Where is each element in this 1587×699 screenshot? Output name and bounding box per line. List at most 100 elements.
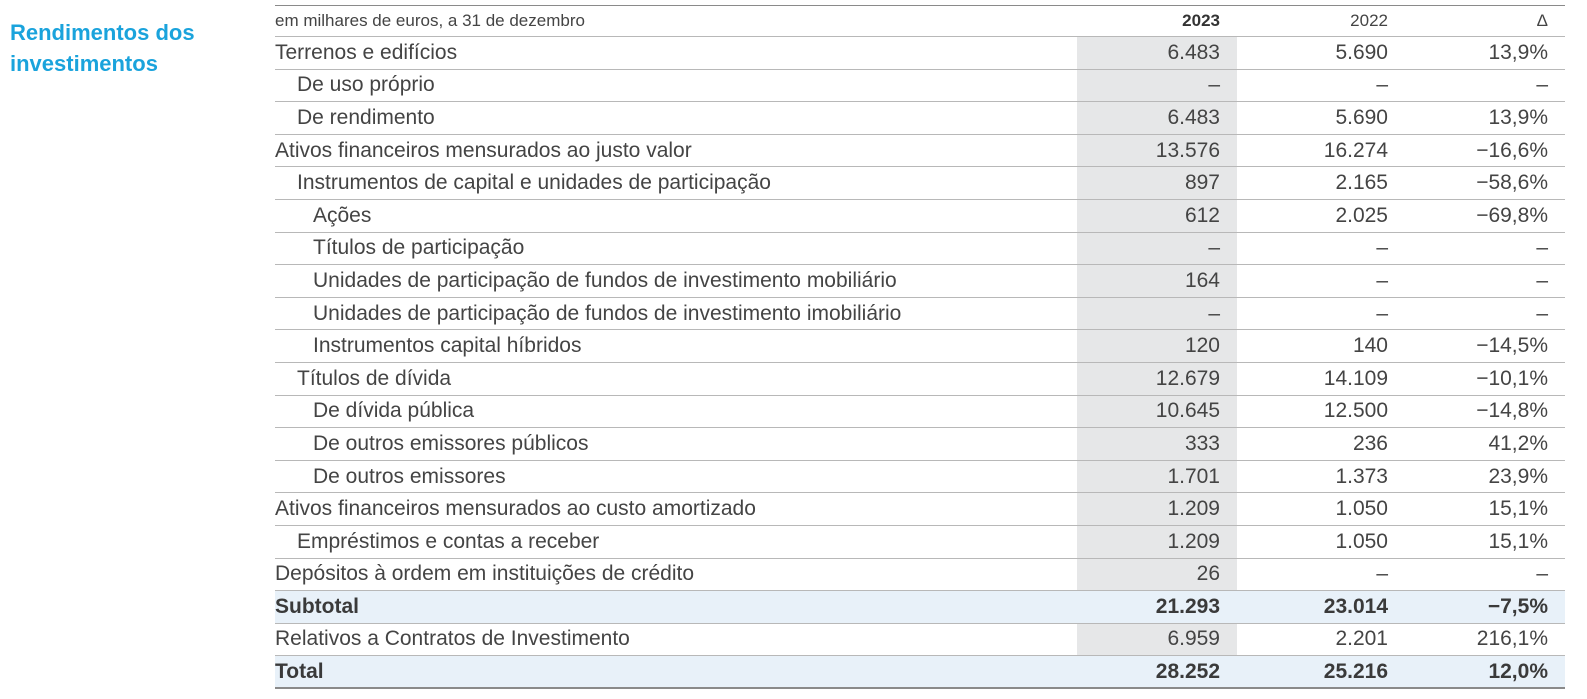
value-2023: – — [1077, 69, 1237, 102]
value-2023: 26 — [1077, 558, 1237, 591]
value-2022: 23.014 — [1323, 594, 1388, 618]
table-row: Ativos financeiros mensurados ao justo v… — [275, 134, 1565, 168]
value-delta: 15,1% — [1488, 529, 1548, 553]
value-2022: 1.050 — [1335, 497, 1388, 521]
row-label: Terrenos e edifícios — [275, 40, 458, 64]
value-2022: 2.025 — [1335, 203, 1388, 227]
value-2022: 140 — [1352, 334, 1388, 358]
value-delta: 15,1% — [1488, 497, 1548, 521]
value-2023: 28.252 — [1077, 656, 1237, 687]
value-delta: – — [1536, 562, 1548, 586]
row-label: Ativos financeiros mensurados ao custo a… — [275, 497, 756, 521]
table-row: Instrumentos capital híbridos 120 140 −14,5… — [275, 330, 1565, 363]
value-2023: 897 — [1077, 167, 1237, 199]
value-2022: 236 — [1352, 431, 1388, 455]
value-delta: 41,2% — [1488, 431, 1548, 455]
row-label: Unidades de participação de fundos de in… — [313, 268, 897, 292]
header-delta: Δ — [1536, 11, 1548, 30]
row-label: Instrumentos capital híbridos — [313, 334, 582, 358]
value-2023: 120 — [1077, 330, 1237, 362]
value-2022: 12.500 — [1323, 399, 1388, 423]
row-label: Relativos a Contratos de Investimento — [275, 627, 630, 651]
row-label: Títulos de participação — [313, 236, 525, 260]
value-2023: 6.959 — [1077, 623, 1237, 656]
value-2023: 6.483 — [1077, 37, 1237, 69]
table-row: Unidades de participação de fundos de in… — [275, 265, 1565, 298]
table-row: De dívida pública 10.645 12.500 −14,8% — [275, 395, 1565, 429]
header-2022: 2022 — [1350, 11, 1388, 30]
row-label: Ativos financeiros mensurados ao justo v… — [275, 138, 692, 162]
row-label: De rendimento — [297, 105, 435, 129]
row-label: Unidades de participação de fundos de in… — [313, 301, 902, 325]
row-label: De outros emissores — [313, 464, 506, 488]
value-2023: 13.576 — [1077, 134, 1237, 167]
value-2022: 25.216 — [1323, 659, 1388, 683]
value-delta: – — [1536, 236, 1548, 260]
value-delta: 12,0% — [1488, 659, 1548, 683]
value-2022: 14.109 — [1323, 366, 1388, 390]
table-row: Instrumentos de capital e unidades de pa… — [275, 167, 1565, 200]
table-row: Unidades de participação de fundos de in… — [275, 297, 1565, 331]
value-delta: – — [1536, 268, 1548, 292]
value-2022: 2.201 — [1335, 627, 1388, 651]
table-row: Ações 612 2.025 −69,8% — [275, 199, 1565, 233]
value-2023: – — [1077, 297, 1237, 330]
value-2023: 612 — [1077, 199, 1237, 232]
value-2022: 5.690 — [1335, 105, 1388, 129]
row-label: Empréstimos e contas a receber — [297, 529, 600, 553]
value-2022: – — [1376, 73, 1388, 97]
value-2022: 1.373 — [1335, 464, 1388, 488]
table-row: Títulos de participação – – – — [275, 232, 1565, 266]
subtotal-row: Subtotal 21.293 23.014 −7,5% — [275, 591, 1565, 624]
investment-income-table: em milhares de euros, a 31 de dezembro 2… — [275, 5, 1565, 689]
value-2022: – — [1376, 268, 1388, 292]
value-delta: 23,9% — [1488, 464, 1548, 488]
table-row: Empréstimos e contas a receber 1.209 1.050… — [275, 525, 1565, 559]
row-label: Instrumentos de capital e unidades de pa… — [297, 171, 771, 195]
value-2023: 333 — [1077, 428, 1237, 460]
value-2023: 12.679 — [1077, 362, 1237, 395]
value-2023: 1.209 — [1077, 493, 1237, 525]
value-delta: 13,9% — [1488, 40, 1548, 64]
value-delta: – — [1536, 301, 1548, 325]
table-row: Relativos a Contratos de Investimento 6.9… — [275, 623, 1565, 657]
row-label: De uso próprio — [297, 73, 435, 97]
row-label: Subtotal — [275, 594, 359, 618]
table-row: Depósitos à ordem em instituições de cré… — [275, 558, 1565, 592]
value-2023: 6.483 — [1077, 102, 1237, 134]
value-2022: – — [1376, 236, 1388, 260]
value-delta: −7,5% — [1487, 594, 1548, 618]
row-label: De dívida pública — [313, 399, 475, 423]
section-title: Rendimentos dos investimentos — [10, 20, 195, 76]
table-row: Ativos financeiros mensurados ao custo a… — [275, 493, 1565, 526]
table-row: Títulos de dívida 12.679 14.109 −10,1% — [275, 362, 1565, 396]
value-2022: 16.274 — [1323, 138, 1388, 162]
value-delta: −58,6% — [1476, 171, 1548, 195]
value-2022: 1.050 — [1335, 529, 1388, 553]
row-label: Depósitos à ordem em instituições de cré… — [275, 562, 695, 586]
header-2023: 2023 — [1182, 11, 1220, 30]
table-row: De outros emissores 1.701 1.373 23,9% — [275, 460, 1565, 494]
table-row: Terrenos e edifícios 6.483 5.690 13,9% — [275, 37, 1565, 70]
value-delta: −16,6% — [1476, 138, 1548, 162]
row-label: Ações — [313, 203, 372, 227]
value-2023: 164 — [1077, 265, 1237, 297]
table-row: De rendimento 6.483 5.690 13,9% — [275, 102, 1565, 135]
table-header: em milhares de euros, a 31 de dezembro 2… — [275, 5, 1565, 37]
value-2022: 5.690 — [1335, 40, 1388, 64]
total-row: Total 28.252 25.216 12,0% — [275, 656, 1565, 689]
value-delta: −69,8% — [1476, 203, 1548, 227]
table-row: De outros emissores públicos 333 236 41,2% — [275, 428, 1565, 461]
table-body: Terrenos e edifícios 6.483 5.690 13,9% De us… — [275, 37, 1565, 689]
value-2023: 1.209 — [1077, 525, 1237, 558]
row-label: De outros emissores públicos — [313, 431, 589, 455]
table-row: De uso próprio – – – — [275, 69, 1565, 103]
header-units-label: em milhares de euros, a 31 de dezembro — [275, 11, 585, 30]
value-2022: 2.165 — [1335, 171, 1388, 195]
value-delta: 216,1% — [1476, 627, 1548, 651]
value-2023: 21.293 — [1077, 591, 1237, 623]
value-delta: – — [1536, 73, 1548, 97]
value-delta: −14,5% — [1476, 334, 1548, 358]
value-2022: – — [1376, 301, 1388, 325]
value-2022: – — [1376, 562, 1388, 586]
